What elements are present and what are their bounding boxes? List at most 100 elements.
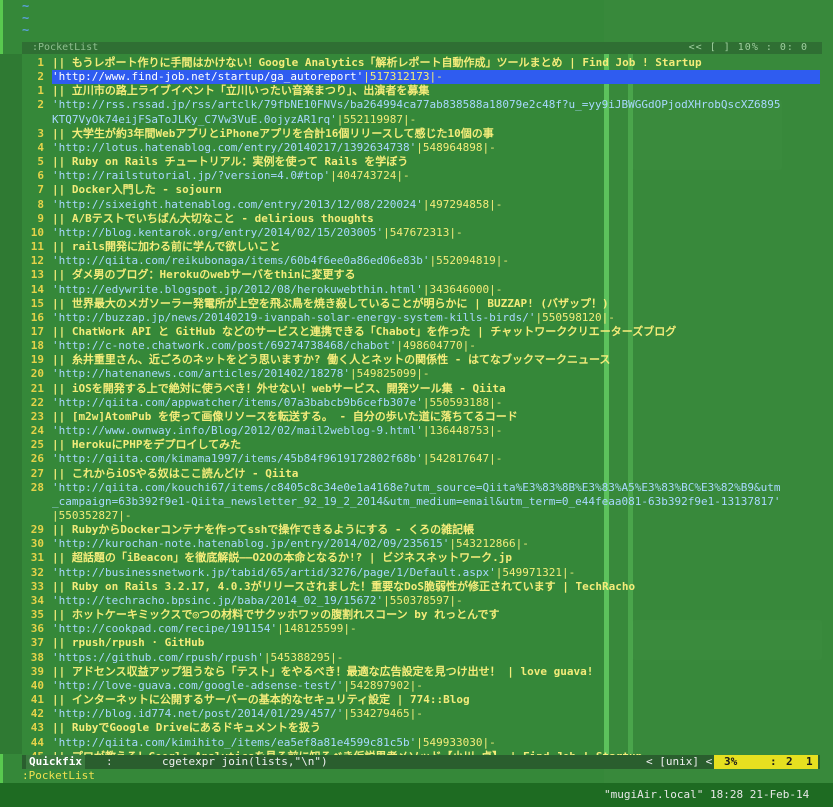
entry-url-text: 'https://github.com/rpush/rpush' bbox=[52, 650, 264, 664]
entry-url-text: 'http://www.find-job.net/startup/ga_auto… bbox=[52, 70, 364, 84]
line-number: 9 bbox=[37, 211, 44, 225]
entry-url-text: 'http://edywrite.blogspot.jp/2012/08/her… bbox=[52, 282, 423, 296]
quickfix-title-line[interactable]: 41 || インターネットに公開するサーバーの基本的なセキュリティ設定 | 774… bbox=[0, 693, 833, 707]
quickfix-title-line[interactable]: 35 || ホットケーキミックスで◎つの材料でサクッホワッの腹割れスコーン by … bbox=[0, 608, 833, 622]
line-number: 1 bbox=[37, 56, 44, 69]
quickfix-title-line[interactable]: 31 || 超話題の「iBeacon」を徹底解説――O2Oの本命となるか!? | … bbox=[0, 551, 833, 565]
quickfix-title-line[interactable]: 39 || アドセンス収益アップ狙うなら「テスト」をやるべき！最適な広告設定を見つ… bbox=[0, 665, 833, 679]
quickfix-url-line[interactable]: 14 'http://edywrite.blogspot.jp/2012/08/h… bbox=[0, 283, 833, 297]
quickfix-title-line[interactable]: 5 || Ruby on Rails チュートリアル：実例を使って Rails を… bbox=[0, 155, 833, 169]
quickfix-title-line[interactable]: 7 || Docker入門した - sojourn bbox=[0, 183, 833, 197]
entry-url[interactable]: 'https://github.com/rpush/rpush'|5453882… bbox=[52, 651, 343, 665]
quickfix-url-line[interactable]: 22 'http://qiita.com/appwatcher/items/07a… bbox=[0, 396, 833, 410]
quickfix-url-line[interactable]: 6 'http://railstutorial.jp/?version=4.0#t… bbox=[0, 169, 833, 183]
quickfix-title-line[interactable]: 17 || ChatWork API と GitHub などのサービスと連携できる… bbox=[0, 325, 833, 339]
line-number: 25 bbox=[30, 438, 44, 452]
entry-url[interactable]: 'http://buzzap.jp/news/20140219-ivanpah-… bbox=[52, 311, 615, 325]
entry-title: || HerokuにPHPをデプロイしてみた bbox=[52, 438, 242, 452]
entry-url[interactable]: 'http://lotus.hatenablog.com/entry/20140… bbox=[52, 141, 496, 155]
quickfix-title-line[interactable]: 1 || 立川市の路上ライブイベント「立川いったい音楽まつり」、出演者を募集 bbox=[0, 84, 833, 98]
quickfix-url-line[interactable]: 26 'http://qiita.com/kimama1997/items/45b… bbox=[0, 452, 833, 466]
quickfix-title-line[interactable]: 43 || RubyでGoogle Driveにあるドキュメントを扱う bbox=[0, 721, 833, 735]
entry-url[interactable]: 'http://qiita.com/kimama1997/items/45b84… bbox=[52, 452, 502, 466]
quickfix-title-line[interactable]: 15 || 世界最大のメガソーラー発電所が上空を飛ぶ鳥を焼き殺していることが明らか… bbox=[0, 297, 833, 311]
quickfix-title-line[interactable]: 33 || Ruby on Rails 3.2.17, 4.0.3がリリースされま… bbox=[0, 580, 833, 594]
quickfix-url-line[interactable]: 10 'http://blog.kentarok.org/entry/2014/0… bbox=[0, 226, 833, 240]
quickfix-title-line[interactable]: 25 || HerokuにPHPをデプロイしてみた bbox=[0, 438, 833, 452]
quickfix-url-line[interactable]: 34 'http://techracho.bpsinc.jp/baba/2014_… bbox=[0, 594, 833, 608]
bottom-menubar: "mugiAir.local" 18:28 21-Feb-14 bbox=[0, 783, 833, 807]
quickfix-title-line[interactable]: 11 || rails開発に加わる前に学んで欲しいこと bbox=[0, 240, 833, 254]
quickfix-title-line[interactable]: 3 || 大学生が約3年間WebアプリとiPhoneアプリを合計16個リリースして… bbox=[0, 127, 833, 141]
entry-url[interactable]: |550352827|- bbox=[52, 509, 131, 523]
entry-url[interactable]: 'http://businessnetwork.jp/tabid/65/arti… bbox=[52, 566, 575, 580]
quickfix-url-line[interactable]: 4 'http://lotus.hatenablog.com/entry/2014… bbox=[0, 141, 833, 155]
quickfix-title-line[interactable]: 13 || ダメ男のブログ：Herokuのwebサーバをthinに変更する bbox=[0, 268, 833, 282]
quickfix-url-line[interactable]: 38 'https://github.com/rpush/rpush'|54538… bbox=[0, 651, 833, 665]
line-number: 18 bbox=[30, 339, 44, 353]
entry-url-text: 'http://love-guava.com/google-adsense-te… bbox=[52, 678, 344, 692]
entry-url-text: 'http://lotus.hatenablog.com/entry/20140… bbox=[52, 140, 417, 154]
entry-url[interactable]: 'http://qiita.com/kouchi67/items/c8405c8… bbox=[52, 481, 780, 495]
quickfix-url-line[interactable]: 20 'http://hatenanews.com/articles/201402… bbox=[0, 367, 833, 381]
entry-url[interactable]: 'http://qiita.com/kimihito_/items/ea5ef8… bbox=[52, 736, 496, 750]
quickfix-url-line[interactable]: 8 'http://sixeight.hatenablog.com/entry/2… bbox=[0, 198, 833, 212]
entry-title: || ホットケーキミックスで◎つの材料でサクッホワッの腹割れスコーン by れっ… bbox=[52, 608, 500, 622]
quickfix-url-line[interactable]: 44 'http://qiita.com/kimihito_/items/ea5e… bbox=[0, 736, 833, 750]
entry-url[interactable]: 'http://love-guava.com/google-adsense-te… bbox=[52, 679, 423, 693]
entry-url[interactable]: 'http://c-note.chatwork.com/post/6927473… bbox=[52, 339, 476, 353]
entry-url[interactable]: _campaign=63b392f9e1-Qiita_newsletter_92… bbox=[52, 495, 780, 509]
vim-terminal-window[interactable]: ~ ~ ~ :PocketList << [ ] 10% : 0: 0 1 || … bbox=[0, 0, 833, 807]
quickfix-url-line[interactable]: 32 'http://businessnetwork.jp/tabid/65/ar… bbox=[0, 566, 833, 580]
quickfix-url-line[interactable]: |550352827|- bbox=[0, 509, 833, 523]
quickfix-url-line[interactable]: 12 'http://qiita.com/reikubonaga/items/60… bbox=[0, 254, 833, 268]
quickfix-list[interactable]: 1 || もうレポート作りに手間はかけない！Google Analytics「解析… bbox=[0, 56, 833, 764]
quickfix-url-line[interactable]: 36 'http://cookpad.com/recipe/191154'|148… bbox=[0, 622, 833, 636]
entry-url-text: 'http://businessnetwork.jp/tabid/65/arti… bbox=[52, 565, 496, 579]
entry-url[interactable]: 'http://blog.kentarok.org/entry/2014/02/… bbox=[52, 226, 463, 240]
quickfix-url-line[interactable]: 18 'http://c-note.chatwork.com/post/69274… bbox=[0, 339, 833, 353]
quickfix-title-line[interactable]: 19 || 糸井重里さん、近ごろのネットをどう思いますか? 働く人とネットの関係性… bbox=[0, 353, 833, 367]
quickfix-title-line[interactable]: 9 || A/Bテストでいちばん大切なこと - delirious thought… bbox=[0, 212, 833, 226]
quickfix-url-line[interactable]: KTQ7VyOk74eijFSaToJLKy_C7Vw3VuE.0ojyzAR1… bbox=[0, 113, 833, 127]
quickfix-url-line[interactable]: _campaign=63b392f9e1-Qiita_newsletter_92… bbox=[0, 495, 833, 509]
quickfix-title-line[interactable]: 1 || もうレポート作りに手間はかけない！Google Analytics「解析… bbox=[0, 56, 833, 70]
quickfix-url-line[interactable]: 16 'http://buzzap.jp/news/20140219-ivanpa… bbox=[0, 311, 833, 325]
entry-url[interactable]: 'http://cookpad.com/recipe/191154'|14812… bbox=[52, 622, 357, 636]
quickfix-title-line[interactable]: 21 || iOSを開発する上で絶対に使うべき！外せない！webサービス、開発ツー… bbox=[0, 382, 833, 396]
quickfix-url-line[interactable]: 40 'http://love-guava.com/google-adsense-… bbox=[0, 679, 833, 693]
quickfix-title-line[interactable]: 37 || rpush/rpush · GitHub bbox=[0, 636, 833, 650]
entry-url[interactable]: 'http://qiita.com/appwatcher/items/07a3b… bbox=[52, 396, 502, 410]
quickfix-url-line[interactable]: 30 'http://kurochan-note.hatenablog.jp/en… bbox=[0, 537, 833, 551]
entry-url[interactable]: 'http://techracho.bpsinc.jp/baba/2014_02… bbox=[52, 594, 463, 608]
entry-url[interactable]: 'http://sixeight.hatenablog.com/entry/20… bbox=[52, 198, 502, 212]
quickfix-title-line[interactable]: 27 || これからiOSやる奴はここ読んどけ - Qiita bbox=[0, 467, 833, 481]
entry-url[interactable]: 'http://qiita.com/reikubonaga/items/60b4… bbox=[52, 254, 509, 268]
entry-url[interactable]: KTQ7VyOk74eijFSaToJLKy_C7Vw3VuE.0ojyzAR1… bbox=[52, 113, 416, 127]
line-number: 11 bbox=[30, 240, 44, 254]
line-number: 4 bbox=[37, 140, 44, 154]
entry-url-text: 'http://kurochan-note.hatenablog.jp/entr… bbox=[52, 537, 450, 551]
entry-url[interactable]: 'http://www.find-job.net/startup/ga_auto… bbox=[52, 70, 443, 84]
entry-url[interactable]: 'http://rss.rssad.jp/rss/artclk/79fbNE10… bbox=[52, 98, 780, 112]
line-number: 8 bbox=[37, 197, 44, 211]
entry-title: || Ruby on Rails 3.2.17, 4.0.3がリリースされました… bbox=[52, 579, 636, 593]
cursor-column: 1 bbox=[806, 755, 813, 768]
quickfix-url-line[interactable]: 28 'http://qiita.com/kouchi67/items/c8405… bbox=[0, 481, 833, 495]
line-number: 21 bbox=[30, 381, 44, 395]
quickfix-url-line[interactable]: 2 'http://www.find-job.net/startup/ga_aut… bbox=[0, 70, 833, 85]
command-line[interactable]: :PocketList bbox=[22, 769, 95, 783]
quickfix-url-line[interactable]: 24 'http://www.ownway.info/Blog/2012/02/m… bbox=[0, 424, 833, 438]
entry-url[interactable]: 'http://www.ownway.info/Blog/2012/02/mai… bbox=[52, 424, 502, 438]
line-number: 19 bbox=[30, 353, 44, 367]
quickfix-url-line[interactable]: 42 'http://blog.id774.net/post/2014/01/29… bbox=[0, 707, 833, 721]
quickfix-title-line[interactable]: 23 || [m2w]AtomPub を使って画像リソースを転送する。 - 自分の… bbox=[0, 410, 833, 424]
entry-url[interactable]: 'http://hatenanews.com/articles/201402/1… bbox=[52, 367, 430, 381]
entry-title: || ChatWork API と GitHub などのサービスと連携できる「C… bbox=[52, 324, 677, 338]
entry-url[interactable]: 'http://edywrite.blogspot.jp/2012/08/her… bbox=[52, 283, 502, 297]
entry-url[interactable]: 'http://railstutorial.jp/?version=4.0#to… bbox=[52, 169, 410, 183]
entry-url[interactable]: 'http://blog.id774.net/post/2014/01/29/4… bbox=[52, 707, 423, 721]
entry-url[interactable]: 'http://kurochan-note.hatenablog.jp/entr… bbox=[52, 537, 529, 551]
quickfix-url-line[interactable]: 2 'http://rss.rssad.jp/rss/artclk/79fbNE1… bbox=[0, 98, 833, 112]
quickfix-title-line[interactable]: 29 || RubyからDockerコンテナを作ってsshで操作できるようにする … bbox=[0, 523, 833, 537]
